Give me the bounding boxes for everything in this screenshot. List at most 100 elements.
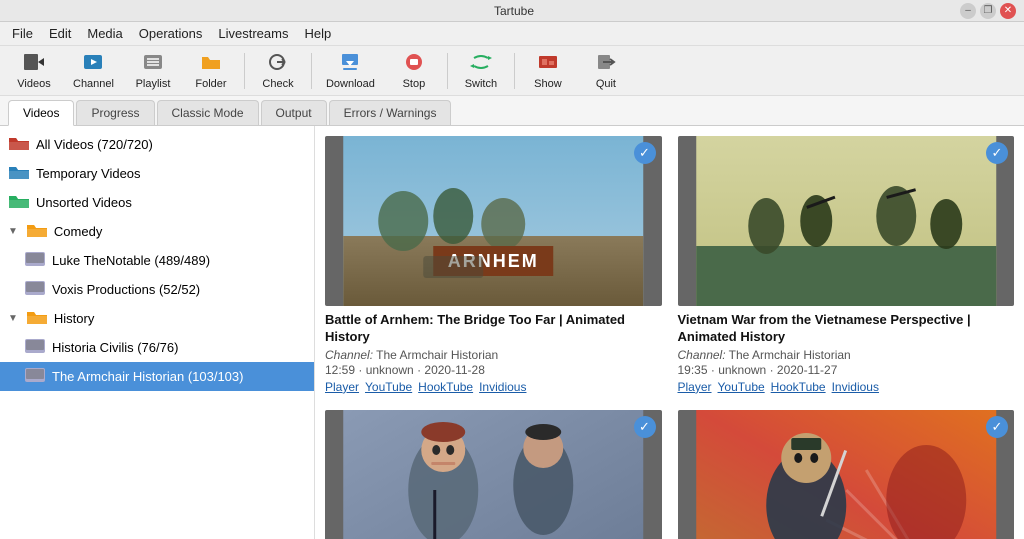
channel-icon-armchair	[24, 366, 46, 387]
show-icon	[537, 52, 559, 76]
folder-icon-temp-videos	[8, 163, 30, 184]
folder-icon-history	[26, 308, 48, 329]
toolbar-btn-check-label: Check	[262, 78, 293, 90]
sidebar-item-label-history: History	[54, 311, 94, 326]
toolbar-btn-download-label: Download	[326, 78, 375, 90]
toolbar-btn-switch-label: Switch	[465, 78, 497, 90]
toolbar-btn-show-label: Show	[534, 78, 562, 90]
content-area: ARNHEM ✓Battle of Arnhem: The Bridge Too…	[315, 126, 1024, 539]
menu-item-operations[interactable]: Operations	[131, 24, 211, 43]
sidebar-item-armchair[interactable]: The Armchair Historian (103/103)	[0, 362, 314, 391]
toolbar-separator	[311, 53, 312, 89]
video-link-invidious-vietnam[interactable]: Invidious	[832, 380, 879, 394]
switch-icon	[470, 52, 492, 76]
video-check-icon-vietnam: ✓	[986, 142, 1008, 164]
video-check-icon-russia: ✓	[634, 416, 656, 438]
video-card-arnhem[interactable]: ARNHEM ✓Battle of Arnhem: The Bridge Too…	[325, 136, 662, 394]
folder-icon	[200, 52, 222, 76]
toolbar-btn-download[interactable]: Download	[317, 49, 384, 93]
sidebar-item-all-videos[interactable]: All Videos (720/720)	[0, 130, 314, 159]
toolbar-btn-quit-label: Quit	[596, 78, 616, 90]
toolbar-btn-show[interactable]: Show	[520, 49, 576, 93]
sidebar-item-historia[interactable]: Historia Civilis (76/76)	[0, 333, 314, 362]
tab-videos[interactable]: Videos	[8, 100, 74, 126]
tab-classic-mode[interactable]: Classic Mode	[157, 100, 259, 125]
sidebar-item-comedy[interactable]: ▼ Comedy	[0, 217, 314, 246]
folder-icon-comedy	[26, 221, 48, 242]
sidebar-item-label-voxis: Voxis Productions (52/52)	[52, 282, 200, 297]
toolbar-btn-stop[interactable]: Stop	[386, 49, 442, 93]
video-check-icon-japan: ✓	[986, 416, 1008, 438]
expand-arrow-icon: ▼	[8, 226, 18, 237]
toolbar-btn-check[interactable]: Check	[250, 49, 306, 93]
sidebar-item-label-luke: Luke TheNotable (489/489)	[52, 253, 210, 268]
menubar: FileEditMediaOperationsLivestreamsHelp	[0, 22, 1024, 46]
menu-item-media[interactable]: Media	[79, 24, 130, 43]
playlist-icon	[142, 52, 164, 76]
toolbar-btn-switch[interactable]: Switch	[453, 49, 509, 93]
video-channel-arnhem: Channel: The Armchair Historian	[325, 348, 662, 362]
video-thumb-arnhem: ARNHEM ✓	[325, 136, 662, 306]
toolbar-btn-stop-label: Stop	[403, 78, 426, 90]
video-link-invidious-arnhem[interactable]: Invidious	[479, 380, 526, 394]
channel-icon-luke	[24, 250, 46, 271]
video-card-japan[interactable]: ✓Japan VideoChannel: The Armchair Histor…	[678, 410, 1015, 539]
tabbar: VideosProgressClassic ModeOutputErrors /…	[0, 96, 1024, 126]
video-link-youtube-arnhem[interactable]: YouTube	[365, 380, 412, 394]
video-grid: ARNHEM ✓Battle of Arnhem: The Bridge Too…	[325, 136, 1014, 539]
video-link-hooktube-vietnam[interactable]: HookTube	[771, 380, 826, 394]
toolbar: VideosChannelPlaylist Folder Check Download…	[0, 46, 1024, 96]
video-thumb-japan: ✓	[678, 410, 1015, 539]
sidebar: All Videos (720/720) Temporary Videos Unso…	[0, 126, 315, 539]
sidebar-item-label-armchair: The Armchair Historian (103/103)	[52, 369, 243, 384]
video-link-player-vietnam[interactable]: Player	[678, 380, 712, 394]
tab-progress[interactable]: Progress	[76, 100, 154, 125]
video-card-vietnam[interactable]: ✓ Vietnam War from the Vietnamese Perspec…	[678, 136, 1015, 394]
video-card-russia[interactable]: ✓Russia VideoChannel: The Armchair Histo…	[325, 410, 662, 539]
sidebar-item-temp-videos[interactable]: Temporary Videos	[0, 159, 314, 188]
toolbar-btn-quit[interactable]: Quit	[578, 49, 634, 93]
video-thumb-vietnam: ✓	[678, 136, 1015, 306]
toolbar-btn-videos[interactable]: Videos	[6, 49, 62, 93]
titlebar: Tartube – ❐ ✕	[0, 0, 1024, 22]
sidebar-item-history[interactable]: ▼ History	[0, 304, 314, 333]
channel-icon-voxis	[24, 279, 46, 300]
video-meta-vietnam: 19:35 · unknown · 2020-11-27	[678, 363, 1015, 377]
video-link-hooktube-arnhem[interactable]: HookTube	[418, 380, 473, 394]
menu-item-help[interactable]: Help	[296, 24, 339, 43]
maximize-button[interactable]: ❐	[980, 3, 996, 19]
quit-icon	[595, 52, 617, 76]
menu-item-file[interactable]: File	[4, 24, 41, 43]
videos-icon	[23, 52, 45, 76]
sidebar-item-label-unsorted-videos: Unsorted Videos	[36, 195, 132, 210]
close-button[interactable]: ✕	[1000, 3, 1016, 19]
check-icon	[267, 52, 289, 76]
expand-arrow-icon: ▼	[8, 313, 18, 324]
menu-item-edit[interactable]: Edit	[41, 24, 79, 43]
toolbar-separator	[447, 53, 448, 89]
toolbar-btn-channel[interactable]: Channel	[64, 49, 123, 93]
menu-item-livestreams[interactable]: Livestreams	[210, 24, 296, 43]
tab-output[interactable]: Output	[261, 100, 327, 125]
video-links-arnhem: Player YouTube HookTube Invidious	[325, 380, 662, 394]
sidebar-item-unsorted-videos[interactable]: Unsorted Videos	[0, 188, 314, 217]
main-content: All Videos (720/720) Temporary Videos Unso…	[0, 126, 1024, 539]
video-title-vietnam: Vietnam War from the Vietnamese Perspect…	[678, 312, 1015, 346]
video-link-youtube-vietnam[interactable]: YouTube	[718, 380, 765, 394]
video-channel-vietnam: Channel: The Armchair Historian	[678, 348, 1015, 362]
toolbar-btn-folder[interactable]: Folder	[183, 49, 239, 93]
sidebar-item-label-comedy: Comedy	[54, 224, 102, 239]
sidebar-item-voxis[interactable]: Voxis Productions (52/52)	[0, 275, 314, 304]
channel-icon-historia	[24, 337, 46, 358]
toolbar-btn-playlist[interactable]: Playlist	[125, 49, 181, 93]
channel-icon	[82, 52, 104, 76]
video-link-player-arnhem[interactable]: Player	[325, 380, 359, 394]
video-check-icon-arnhem: ✓	[634, 142, 656, 164]
minimize-button[interactable]: –	[960, 3, 976, 19]
tab-errors-warnings[interactable]: Errors / Warnings	[329, 100, 452, 125]
sidebar-item-label-temp-videos: Temporary Videos	[36, 166, 141, 181]
window-controls: – ❐ ✕	[960, 3, 1016, 19]
stop-icon	[403, 52, 425, 76]
toolbar-btn-folder-label: Folder	[195, 78, 226, 90]
sidebar-item-luke[interactable]: Luke TheNotable (489/489)	[0, 246, 314, 275]
